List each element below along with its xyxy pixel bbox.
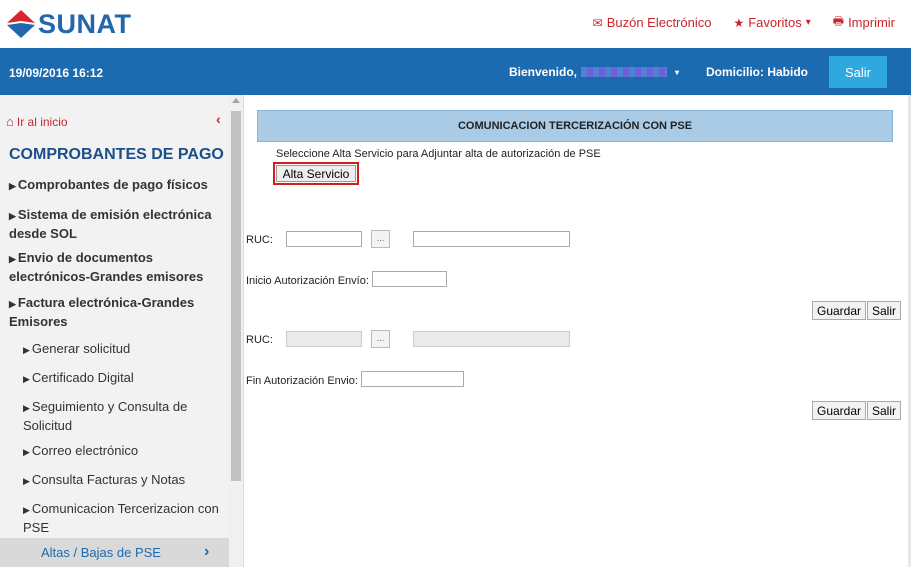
star-icon: ★ — [733, 15, 745, 30]
redacted-username — [581, 67, 668, 77]
salir-button[interactable]: Salir — [867, 301, 902, 320]
home-label: Ir al inicio — [16, 114, 68, 129]
user-menu[interactable]: Bienvenido, ▾ — [509, 65, 679, 79]
datetime: 19/09/2016 16:12 — [9, 66, 104, 80]
sunat-logo[interactable]: SUNAT — [6, 6, 132, 42]
sidebar-subitem-consulta-facturas[interactable]: ▶ Consulta Facturas y Notas — [23, 471, 223, 490]
sidebar-item-factura-grandes[interactable]: ▶ Factura electrónica-Grandes Emisores — [9, 294, 224, 330]
salir-button[interactable]: Salir — [867, 401, 902, 420]
panel-title: COMUNICACION TERCERIZACIÓN CON PSE — [257, 110, 893, 142]
printer-icon: 🖶 — [832, 14, 845, 28]
imprimir-label: Imprimir — [848, 15, 895, 30]
alta-servicio-button[interactable]: Alta Servicio — [276, 165, 356, 182]
guardar-button[interactable]: Guardar — [812, 301, 867, 320]
logout-button[interactable]: Salir — [829, 56, 887, 88]
sidebar-item-label: Comprobantes de pago físicos — [17, 177, 208, 192]
sidebar-item-label: Factura electrónica-Grandes Emisores — [9, 295, 195, 329]
triangle-right-icon: ▶ — [23, 403, 30, 413]
menu-title: COMPROBANTES DE PAGO — [9, 146, 224, 163]
inicio-autorizacion-input[interactable] — [372, 271, 447, 287]
sidebar-subitem-seguimiento[interactable]: ▶ Seguimiento y Consulta de Solicitud — [23, 398, 223, 434]
triangle-right-icon: ▶ — [23, 447, 30, 457]
welcome-text: Bienvenido, — [509, 65, 578, 79]
logo-text: SUNAT — [38, 8, 132, 39]
sidebar-subitem-label: Comunicacion Tercerizacion con PSE — [23, 501, 219, 535]
sidebar-subitem-label: Seguimiento y Consulta de Solicitud — [23, 399, 188, 433]
ruc-label: RUC: — [246, 334, 273, 346]
chevron-right-icon: › — [204, 543, 210, 560]
top-links: ✉ Buzón Electrónico ★ Favoritos ▾ 🖶 Impr… — [593, 12, 895, 33]
envelope-icon: ✉ — [592, 15, 603, 30]
sidebar-subitem-generar-solicitud[interactable]: ▶ Generar solicitud — [23, 340, 223, 359]
top-header: SUNAT ✉ Buzón Electrónico ★ Favoritos ▾ … — [0, 0, 911, 48]
sidebar-item-label: Sistema de emisión electrónica desde SOL — [9, 207, 212, 241]
guardar-button[interactable]: Guardar — [812, 401, 867, 420]
ruc-search-button[interactable]: ... — [371, 230, 390, 248]
favoritos-label: Favoritos — [748, 15, 802, 30]
ruc-search-button[interactable]: ... — [371, 330, 390, 348]
sidebar-scrollbar[interactable] — [229, 95, 243, 567]
razon-social-field[interactable] — [413, 231, 570, 247]
inicio-autorizacion-label: Inicio Autorización Envío: — [246, 275, 369, 287]
favoritos-link[interactable]: ★ Favoritos ▾ — [733, 12, 810, 33]
chevron-down-icon: ▾ — [675, 67, 680, 77]
sunat-logo-icon — [7, 10, 35, 38]
triangle-right-icon: ▶ — [23, 505, 30, 515]
sidebar-subitem-label: Certificado Digital — [31, 370, 134, 385]
instruction-text: Seleccione Alta Servicio para Adjuntar a… — [276, 148, 601, 160]
sidebar-active-label: Altas / Bajas de PSE — [41, 545, 161, 560]
ruc-input[interactable] — [286, 231, 362, 247]
imprimir-link[interactable]: 🖶 Imprimir — [833, 12, 895, 33]
razon-social-field-disabled — [413, 331, 570, 347]
domicilio-status: Domicilio: Habido — [706, 65, 808, 79]
sidebar-subitem-label: Generar solicitud — [31, 341, 131, 356]
triangle-right-icon: ▶ — [23, 345, 30, 355]
sidebar-subitem-certificado[interactable]: ▶ Certificado Digital — [23, 369, 223, 388]
buzon-label: Buzón Electrónico — [606, 15, 712, 30]
sidebar-subitem-correo[interactable]: ▶ Correo electrónico — [23, 442, 223, 461]
sidebar-item-comprobantes-fisicos[interactable]: ▶ Comprobantes de pago físicos — [9, 176, 224, 195]
sidebar-subitem-label: Consulta Facturas y Notas — [31, 472, 186, 487]
triangle-right-icon: ▶ — [9, 211, 16, 221]
collapse-sidebar-icon[interactable]: ‹ — [216, 111, 221, 127]
sidebar-item-envio-documentos[interactable]: ▶ Envio de documentos electrónicos-Grande… — [9, 249, 224, 285]
ruc-input-disabled — [286, 331, 362, 347]
home-icon: ⌂ — [6, 114, 14, 129]
buzon-link[interactable]: ✉ Buzón Electrónico — [593, 12, 712, 33]
home-link[interactable]: ⌂ Ir al inicio — [6, 114, 68, 129]
sidebar-item-label: Envio de documentos electrónicos-Grandes… — [9, 250, 204, 284]
scroll-thumb[interactable] — [231, 111, 241, 481]
triangle-right-icon: ▶ — [9, 299, 16, 309]
chevron-down-icon: ▾ — [805, 17, 811, 28]
sidebar — [0, 95, 244, 567]
scroll-up-arrow[interactable] — [232, 98, 240, 103]
triangle-right-icon: ▶ — [23, 476, 30, 486]
fin-autorizacion-label: Fin Autorización Envio: — [246, 375, 358, 387]
user-bar: 19/09/2016 16:12 Bienvenido, ▾ Domicilio… — [0, 48, 911, 95]
sidebar-item-altas-bajas-pse[interactable]: Altas / Bajas de PSE › — [0, 538, 229, 567]
triangle-right-icon: ▶ — [9, 181, 16, 191]
sidebar-item-emision-sol[interactable]: ▶ Sistema de emisión electrónica desde SO… — [9, 206, 224, 242]
fin-autorizacion-input[interactable] — [361, 371, 464, 387]
alta-servicio-highlight: Alta Servicio — [273, 162, 359, 185]
triangle-right-icon: ▶ — [9, 254, 16, 264]
sidebar-subitem-label: Correo electrónico — [31, 443, 139, 458]
triangle-right-icon: ▶ — [23, 374, 30, 384]
ruc-label: RUC: — [246, 234, 273, 246]
sidebar-subitem-comunicacion-pse[interactable]: ▶ Comunicacion Tercerizacion con PSE — [23, 500, 223, 536]
